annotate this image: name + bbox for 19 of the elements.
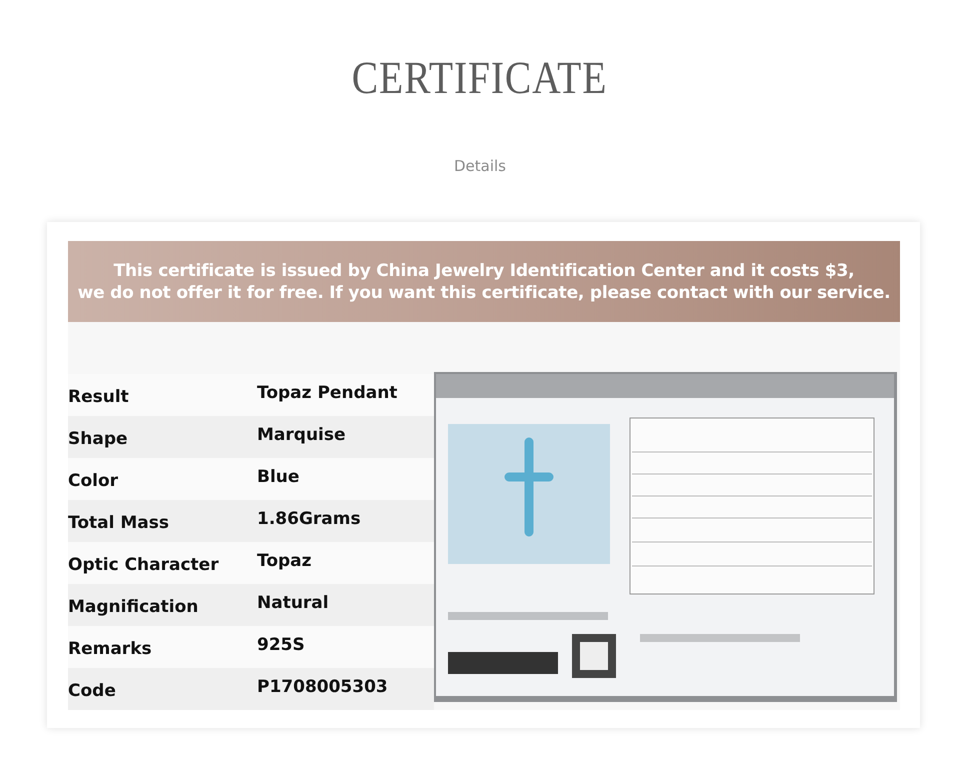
notice-banner: This certificate is issued by China Jewelry Identification Center and it costs $3, we do not offer it for free. If you want this certificate, please contact with our service. [68, 241, 900, 322]
spec-value: 1.86Grams [257, 508, 362, 530]
spec-label: Color [68, 470, 120, 492]
spec-label: Optic Character [68, 554, 220, 576]
spec-label: Magnification [68, 596, 200, 618]
spec-label: Result [68, 386, 130, 408]
spec-label: Code [68, 680, 117, 702]
spec-value: P1708005303 [257, 676, 389, 698]
spec-label: Remarks [68, 638, 153, 660]
spec-label: Shape [68, 428, 129, 450]
spec-value: 925S [257, 634, 306, 656]
spec-value: Marquise [257, 424, 347, 446]
spec-value: Topaz Pendant [257, 382, 398, 404]
spec-value: Natural [257, 592, 330, 614]
spec-value: Topaz [257, 550, 313, 572]
spec-value: Blue [257, 466, 300, 488]
page-subtitle: Details [454, 156, 506, 176]
spec-label: Total Mass [68, 512, 170, 534]
page-title: CERTIFICATE [352, 51, 608, 105]
